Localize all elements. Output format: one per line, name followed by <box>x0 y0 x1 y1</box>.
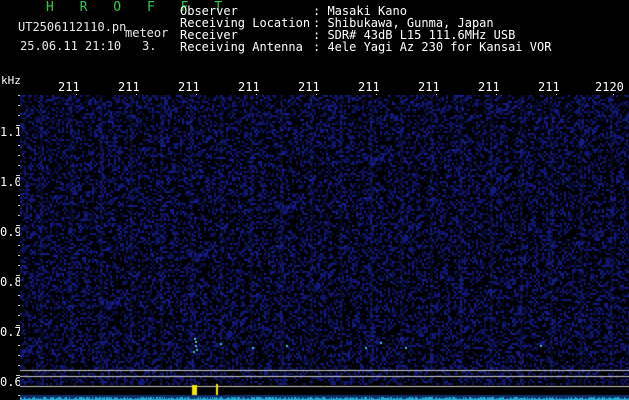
antenna-label: Receiving Antenna <box>180 40 303 54</box>
x-tick-label: 211 <box>58 80 80 94</box>
file-name: UT2506112110.pn <box>18 20 127 34</box>
x-tick-label: 211 <box>538 80 560 94</box>
spectrogram-plot[interactable] <box>20 95 629 400</box>
x-tick-label: 211 <box>298 80 320 94</box>
event-tag: meteor <box>125 26 169 40</box>
x-tick-label: 211 <box>418 80 440 94</box>
x-tick-label: 211 <box>118 80 140 94</box>
x-tick-label: 211 <box>178 80 200 94</box>
datetime-label: 25.06.11 21:10 <box>20 39 122 53</box>
x-tick-label: 211 <box>358 80 380 94</box>
x-tick-label: 211 <box>238 80 260 94</box>
counter-label: 3. <box>142 39 157 53</box>
x-tick-label: 2120 <box>595 80 624 94</box>
antenna-value: : 4ele Yagi Az 230 for Kansai VOR <box>313 40 552 54</box>
x-unit-label: kHz <box>1 74 21 87</box>
x-tick-label: 211 <box>478 80 500 94</box>
